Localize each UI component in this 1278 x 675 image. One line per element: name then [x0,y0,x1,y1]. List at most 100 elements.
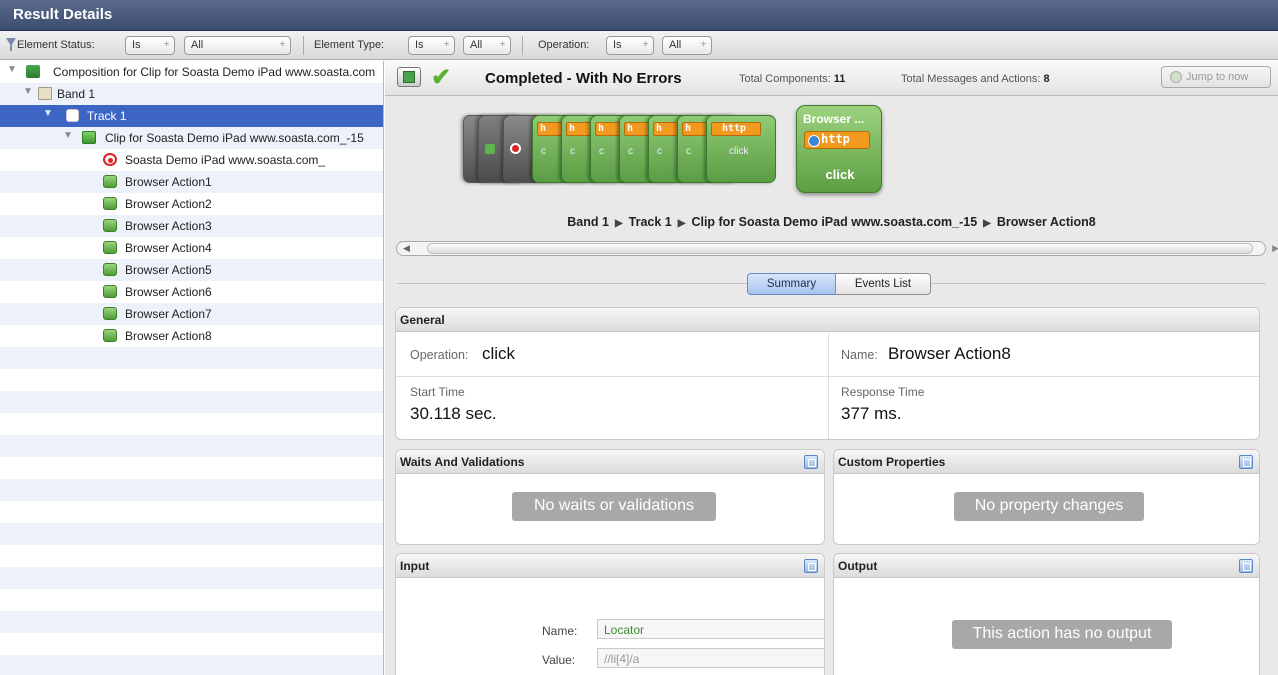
tree-empty-row [0,479,383,501]
tree-item-band[interactable]: ▼ Band 1 [0,83,383,105]
response-time-label: Response Time [841,385,925,399]
tree-item-action[interactable]: Browser Action4 [0,237,383,259]
tree-item-page[interactable]: Soasta Demo iPad www.soasta.com_ [0,149,383,171]
selected-action-card[interactable]: Browser ... http click [796,105,882,193]
tree-item-action[interactable]: Browser Action3 [0,215,383,237]
name-label: Name: [841,348,878,362]
page-icon [103,153,117,166]
panel-header: Waits And Validations [396,450,824,474]
operation-op-select[interactable]: Is ÷ [606,36,654,55]
element-type-op-select[interactable]: Is ÷ [408,36,455,55]
input-value-label: Value: [542,653,576,667]
scroll-left-icon[interactable]: ◀ [403,243,410,254]
status-text: Completed - With No Errors [485,70,682,87]
tree-empty-row [0,545,383,567]
total-messages: Total Messages and Actions: 8 [901,73,1050,85]
timeline-card[interactable]: http click [706,115,776,183]
general-panel: General Operation: click Name: Browser A… [395,307,1260,440]
breadcrumb-item[interactable]: Browser Action8 [997,215,1096,229]
tree-empty-row [0,589,383,611]
popout-icon[interactable] [804,455,818,469]
clip-icon [82,131,96,144]
tree-item-action[interactable]: Browser Action8 [0,325,383,347]
tree-empty-row [0,633,383,655]
breadcrumb-item[interactable]: Track 1 [629,215,672,229]
tab-events-list[interactable]: Events List [835,273,931,295]
browser-action-icon [103,219,117,232]
empty-message: No property changes [954,492,1144,521]
browser-action-icon [103,263,117,276]
timeline: hc hc hc hc hc hc http click Browser ... … [385,97,1278,297]
total-components: Total Components: 11 [739,73,846,85]
tree-empty-row [0,391,383,413]
tree-item-action[interactable]: Browser Action1 [0,171,383,193]
popout-icon[interactable] [1239,559,1253,573]
expand-triangle-icon[interactable]: ▼ [7,64,17,75]
tree-empty-row [0,413,383,435]
input-name-field[interactable]: Locator [597,619,824,639]
title-bar: Result Details [0,0,1278,31]
expand-triangle-icon[interactable]: ▼ [63,130,73,141]
detail-pane: ✔ Completed - With No Errors Total Compo… [385,61,1278,675]
exit-button[interactable] [397,67,421,87]
check-icon: ✔ [431,64,452,91]
input-value-field[interactable]: //li[4]/a [597,648,824,668]
operation-label: Operation: [538,39,590,51]
element-status-op-select[interactable]: Is ÷ [125,36,175,55]
composition-icon [26,65,40,78]
scrollbar-thumb[interactable] [427,243,1253,254]
element-type-label: Element Type: [314,39,385,51]
popout-icon[interactable] [1239,455,1253,469]
track-icon [66,109,79,122]
result-tree: ▼ Composition for Clip for Soasta Demo i… [0,61,384,675]
divider [522,36,523,55]
tree-item-action[interactable]: Browser Action7 [0,303,383,325]
popout-icon[interactable] [804,559,818,573]
output-panel: Output This action has no output [833,553,1260,675]
divider [931,283,1266,284]
jump-icon [1170,71,1182,83]
tree-item-action[interactable]: Browser Action2 [0,193,383,215]
tree-empty-row [0,369,383,391]
tree-item-track[interactable]: ▼ Track 1 [0,105,383,127]
http-badge-icon: http [804,131,870,149]
browser-action-icon [103,307,117,320]
operation-label: Operation: [410,348,469,362]
status-bar: ✔ Completed - With No Errors Total Compo… [385,61,1278,96]
expand-triangle-icon[interactable]: ▼ [23,86,33,97]
element-status-label: Element Status: [17,39,95,51]
jump-to-now-button[interactable]: Jump to now [1161,66,1271,88]
exit-icon [403,71,415,83]
browser-action-icon [103,285,117,298]
scroll-right-icon[interactable]: ▶ [1272,243,1278,254]
tree-item-action[interactable]: Browser Action5 [0,259,383,281]
window-title: Result Details [13,6,113,23]
panel-header: General [396,308,1259,332]
timeline-scrollbar[interactable]: ◀ ▶ [396,241,1278,256]
tree-empty-row [0,655,383,675]
tree-empty-row [0,435,383,457]
tree-item-composition[interactable]: ▼ Composition for Clip for Soasta Demo i… [0,61,383,83]
empty-message: This action has no output [952,620,1172,649]
operation-value-select[interactable]: All ÷ [662,36,712,55]
band-icon [38,87,52,100]
breadcrumb-item[interactable]: Clip for Soasta Demo iPad www.soasta.com… [691,215,977,229]
browser-action-icon [103,241,117,254]
start-time-label: Start Time [410,385,465,399]
tree-item-clip[interactable]: ▼ Clip for Soasta Demo iPad www.soasta.c… [0,127,383,149]
tree-empty-row [0,457,383,479]
funnel-stem [10,45,12,51]
expand-triangle-icon[interactable]: ▼ [43,108,53,119]
tree-empty-row [0,523,383,545]
waits-panel: Waits And Validations No waits or valida… [395,449,825,545]
breadcrumb: Band 1 ▶ Track 1 ▶ Clip for Soasta Demo iPad… [567,215,1096,229]
breadcrumb-item[interactable]: Band 1 [567,215,609,229]
start-time-value: 30.118 sec. [410,404,497,423]
element-type-value-select[interactable]: All ÷ [463,36,511,55]
tree-empty-row [0,347,383,369]
tree-empty-row [0,611,383,633]
name-value: Browser Action8 [888,344,1011,363]
tab-summary[interactable]: Summary [747,273,836,295]
tree-item-action[interactable]: Browser Action6 [0,281,383,303]
element-status-value-select[interactable]: All ÷ [184,36,291,55]
